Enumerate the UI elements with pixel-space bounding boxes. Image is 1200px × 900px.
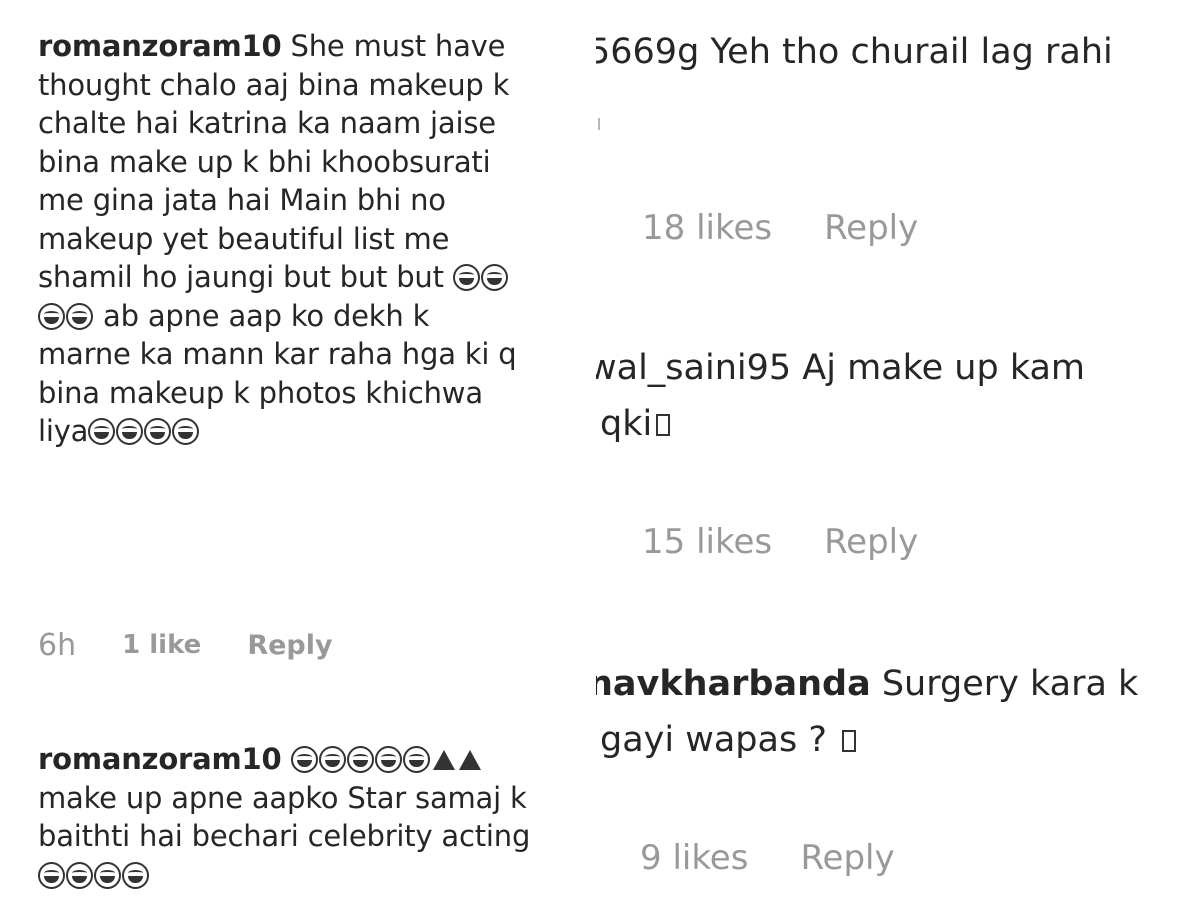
comment-timestamp: 6h <box>38 627 77 663</box>
face-with-tears-of-joy-icon <box>38 861 65 889</box>
comment-username[interactable]: romanzoram10 <box>38 742 282 776</box>
comment: romanzoram10 She must have thought chalo… <box>38 27 593 451</box>
comment-line: shamil ho jaungi but but but <box>38 258 593 297</box>
comment-line: liya <box>38 412 593 451</box>
face-with-tears-of-joy-icon <box>290 746 318 773</box>
comment-line: me gina jata hai Main bhi no <box>38 183 446 217</box>
comment-line: romanzoram10 She must have <box>38 29 506 63</box>
comment-line: wal_saini95 Aj make up kam <box>596 340 1200 396</box>
pile-of-poo-icon <box>458 750 481 770</box>
comment-username[interactable]: 5669g <box>596 32 699 72</box>
comment-line: makeup yet beautiful list me <box>38 221 450 256</box>
comment-line: gayi wapas ? <box>600 712 1200 768</box>
comment-meta: 18 likes Reply <box>642 204 918 252</box>
comment-line: navkharbanda Surgery kara k <box>596 656 1200 712</box>
face-with-tears-of-joy-icon <box>88 418 116 445</box>
reply-button[interactable]: Reply <box>800 838 894 878</box>
like-count[interactable]: 15 likes <box>642 522 772 562</box>
face-with-tears-of-joy-icon <box>402 746 430 773</box>
face-with-tears-of-joy-icon <box>116 418 144 445</box>
face-with-tears-of-joy-icon <box>66 302 93 330</box>
comment-username[interactable]: wal_saini95 <box>596 348 791 388</box>
face-with-tears-of-joy-icon <box>38 302 65 330</box>
comment-meta: 15 likes Reply <box>642 518 918 566</box>
comment-line: qki <box>600 396 1200 452</box>
face-with-tears-of-joy-icon <box>94 861 121 889</box>
comment-line: bina make up k bhi khoobsurati <box>38 144 491 179</box>
like-count[interactable]: 18 likes <box>642 208 772 248</box>
comment-line: bina makeup k photos khichwa <box>38 375 483 410</box>
pile-of-poo-icon <box>432 750 455 770</box>
missing-glyph-box-icon <box>842 730 857 752</box>
comment-line: 5669g Yeh tho churail lag rahi <box>596 24 1200 80</box>
reply-button[interactable]: Reply <box>824 522 918 562</box>
face-with-tears-of-joy-icon <box>452 264 480 291</box>
comment: 5669g Yeh tho churail lag rahi <box>596 24 1200 80</box>
comment-line: baithti hai bechari celebrity acting <box>38 819 531 853</box>
left-comment-column: romanzoram10 She must have thought chalo… <box>0 0 596 900</box>
comment: romanzoram10 make up apne aapko Star sam… <box>38 740 593 894</box>
comment: wal_saini95 Aj make up kam qki <box>596 340 1200 452</box>
comment-line: make up apne aapko Star samaj k <box>38 780 527 815</box>
face-with-tears-of-joy-icon <box>122 861 149 889</box>
right-comment-column: 5669g Yeh tho churail lag rahi 18 likes … <box>596 0 1200 900</box>
comment-line: ab apne aap ko dekh k <box>38 297 593 336</box>
missing-glyph-box-icon <box>656 414 671 436</box>
reply-button[interactable]: Reply <box>247 630 332 661</box>
comment-meta: 6h 1 like Reply <box>38 625 333 665</box>
comment-line: romanzoram10 <box>38 740 593 779</box>
comment-username[interactable]: navkharbanda <box>596 664 871 704</box>
face-with-tears-of-joy-icon <box>374 746 402 773</box>
face-with-tears-of-joy-icon <box>318 746 346 773</box>
face-with-tears-of-joy-icon <box>346 746 374 773</box>
comment-line: marne ka mann kar raha hga ki q <box>38 337 517 371</box>
like-count[interactable]: 1 like <box>122 630 201 660</box>
comment-username[interactable]: romanzoram10 <box>38 29 282 63</box>
face-with-tears-of-joy-icon <box>66 861 93 889</box>
comment-line: thought chalo aaj bina makeup k <box>38 67 510 102</box>
comment: navkharbanda Surgery kara k gayi wapas ? <box>596 656 1200 768</box>
like-count[interactable]: 9 likes <box>640 838 748 878</box>
comment-line: chalte hai katrina ka naam jaise <box>38 106 496 140</box>
reply-button[interactable]: Reply <box>824 208 918 248</box>
face-with-tears-of-joy-icon <box>172 418 200 445</box>
face-with-tears-of-joy-icon <box>144 418 172 445</box>
comment-meta: 9 likes Reply <box>640 834 895 882</box>
comment-line <box>38 856 593 895</box>
face-with-tears-of-joy-icon <box>480 264 508 291</box>
